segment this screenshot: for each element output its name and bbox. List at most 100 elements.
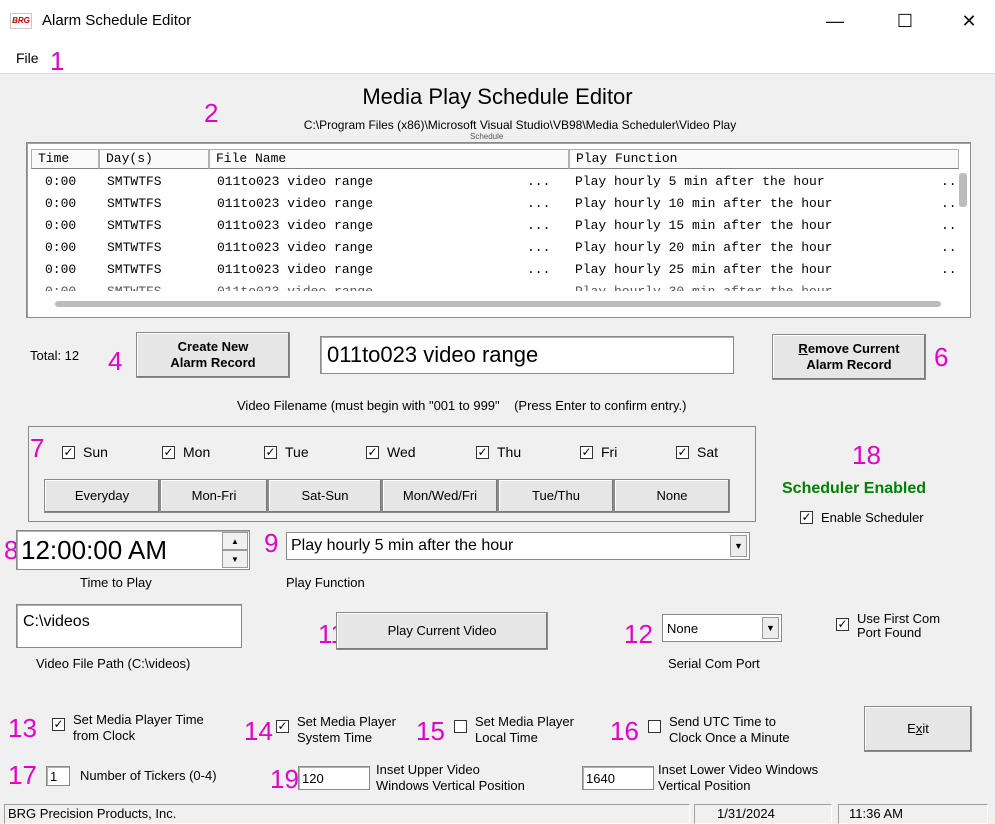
serial-port-select[interactable]: None ▼: [662, 614, 782, 642]
table-row[interactable]: 0:00 SMTWTFS 011to023 video range ... Pl…: [31, 215, 970, 236]
row-time: 0:00: [45, 240, 77, 255]
checkbox-thu[interactable]: ✓ Thu: [476, 444, 521, 460]
row-more: ..: [941, 174, 957, 189]
row-function: Play hourly 10 min after the hour: [575, 196, 833, 211]
row-more: ..: [941, 262, 957, 277]
row-file: 011to023 video range: [217, 281, 373, 291]
preset-everyday-button[interactable]: Everyday: [44, 479, 160, 513]
serial-port-label: Serial Com Port: [668, 656, 760, 671]
check-icon: ✓: [580, 444, 593, 459]
checkbox-label: Enable Scheduler: [821, 510, 924, 525]
row-ellipsis: ...: [527, 174, 551, 189]
row-function: Play hourly 5 min after the hour: [575, 174, 825, 189]
checkbox-fri[interactable]: ✓ Fri: [580, 444, 617, 460]
checkbox-label: Set Media Player Local Time: [475, 714, 574, 745]
row-function: Play hourly 15 min after the hour: [575, 218, 833, 233]
preset-mon-wed-fri-button[interactable]: Mon/Wed/Fri: [382, 479, 498, 513]
preset-tue-thu-button[interactable]: Tue/Thu: [498, 479, 614, 513]
exit-label-start: E: [907, 721, 916, 736]
set-local-time-checkbox[interactable]: Set Media Player Local Time: [454, 714, 574, 746]
play-current-video-button[interactable]: Play Current Video: [336, 612, 548, 650]
filename-hint: Video Filename (must begin with "001 to …: [237, 398, 687, 413]
checkbox-sun[interactable]: ✓ Sun: [62, 444, 108, 460]
row-days: SMTWTFS: [107, 218, 162, 233]
schedule-list[interactable]: Time Day(s) File Name Play Function 0:00…: [26, 142, 971, 318]
set-system-time-checkbox[interactable]: ✓ Set Media Player System Time: [276, 714, 396, 746]
send-utc-checkbox[interactable]: Send UTC Time to Clock Once a Minute: [648, 714, 790, 746]
tickers-input[interactable]: 1: [46, 766, 70, 786]
maximize-button[interactable]: ☐: [882, 4, 928, 38]
table-row[interactable]: 0:00 SMTWTFS 011to023 video range ... Pl…: [31, 237, 970, 258]
table-row[interactable]: 0:00 SMTWTFS 011to023 video range ... Pl…: [31, 259, 970, 280]
chevron-down-icon[interactable]: ▼: [762, 617, 779, 639]
video-filename-input[interactable]: 011to023 video range: [320, 336, 734, 374]
row-file: 011to023 video range: [217, 262, 374, 277]
set-time-from-clock-checkbox[interactable]: ✓ Set Media Player Time from Clock: [52, 712, 204, 744]
column-days[interactable]: Day(s): [99, 149, 209, 169]
checkbox-wed[interactable]: ✓ Wed: [366, 444, 416, 460]
video-path-input[interactable]: C:\videos: [16, 604, 242, 648]
column-play-function[interactable]: Play Function: [569, 149, 959, 169]
preset-sat-sun-button[interactable]: Sat-Sun: [268, 479, 382, 513]
enable-scheduler-checkbox[interactable]: ✓ Enable Scheduler: [800, 510, 924, 525]
create-record-button[interactable]: Create New Alarm Record: [136, 332, 290, 378]
table-row[interactable]: 0:00 SMTWTFS 011to023 video range ... Pl…: [31, 281, 970, 291]
checkbox-sat[interactable]: ✓ Sat: [676, 444, 718, 460]
menu-file[interactable]: File: [16, 50, 39, 66]
inset-upper-input[interactable]: 120: [298, 766, 370, 790]
table-row[interactable]: 0:00 SMTWTFS 011to023 video range ... Pl…: [31, 171, 970, 192]
check-icon: ✓: [52, 717, 65, 731]
list-header: Time Day(s) File Name Play Function: [31, 149, 970, 169]
spin-up-icon[interactable]: ▲: [222, 532, 248, 550]
remove-button-label: emove Current Alarm Record: [806, 341, 900, 372]
checkbox-box: [648, 720, 661, 733]
row-days: SMTWTFS: [107, 240, 162, 255]
list-horizontal-scrollbar[interactable]: [55, 301, 941, 307]
spin-down-icon[interactable]: ▼: [222, 550, 248, 568]
checkbox-label: Send UTC Time to Clock Once a Minute: [669, 714, 790, 745]
play-function-select[interactable]: Play hourly 5 min after the hour ▼: [286, 532, 750, 560]
remove-record-button[interactable]: Remove Current Alarm Record: [772, 334, 926, 380]
inset-lower-input[interactable]: 1640: [582, 766, 654, 790]
use-first-com-checkbox[interactable]: ✓ Use First Com Port Found: [836, 612, 940, 640]
row-function: Play hourly 25 min after the hour: [575, 262, 833, 277]
checkbox-label: Sun: [83, 444, 108, 460]
annotation-9: 9: [264, 528, 279, 558]
annotation-12: 12: [624, 619, 653, 649]
minimize-button[interactable]: —: [812, 4, 858, 38]
preset-mon-fri-button[interactable]: Mon-Fri: [160, 479, 268, 513]
row-ellipsis: ...: [527, 218, 551, 233]
checkbox-label: Use First Com Port Found: [857, 611, 941, 640]
row-days: SMTWTFS: [107, 281, 162, 291]
table-row[interactable]: 0:00 SMTWTFS 011to023 video range ... Pl…: [31, 193, 970, 214]
checkbox-label: Wed: [387, 444, 416, 460]
row-file: 011to023 video range: [217, 174, 374, 189]
checkbox-tue[interactable]: ✓ Tue: [264, 444, 309, 460]
serial-port-value: None: [667, 620, 699, 636]
annotation-18: 18: [852, 440, 881, 470]
check-icon: ✓: [836, 617, 849, 631]
preset-none-button[interactable]: None: [614, 479, 730, 513]
checkbox-label: Thu: [497, 444, 522, 460]
check-icon: ✓: [62, 444, 75, 459]
video-path-label: Video File Path (C:\videos): [36, 656, 191, 671]
row-time: 0:00: [45, 174, 77, 189]
row-days: SMTWTFS: [107, 262, 162, 277]
annotation-17: 17: [8, 760, 37, 790]
annotation-19: 19: [270, 764, 299, 794]
time-spinner[interactable]: ▲ ▼: [222, 532, 248, 568]
exit-button[interactable]: Ex it: [864, 706, 972, 752]
column-time[interactable]: Time: [31, 149, 99, 169]
close-button[interactable]: ✕: [946, 4, 992, 38]
row-ellipsis: ...: [527, 281, 550, 291]
row-time: 0:00: [45, 196, 77, 211]
chevron-down-icon[interactable]: ▼: [730, 535, 747, 557]
column-file-name[interactable]: File Name: [209, 149, 569, 169]
annotation-13: 13: [8, 713, 37, 743]
row-file: 011to023 video range: [217, 240, 374, 255]
checkbox-mon[interactable]: ✓ Mon: [162, 444, 210, 460]
schedule-path: C:\Program Files (x86)\Microsoft Visual …: [303, 118, 737, 132]
list-vertical-scrollbar[interactable]: [959, 173, 967, 207]
time-to-play-input[interactable]: 12:00:00 AM: [16, 530, 250, 570]
checkbox-label: Tue: [285, 444, 309, 460]
